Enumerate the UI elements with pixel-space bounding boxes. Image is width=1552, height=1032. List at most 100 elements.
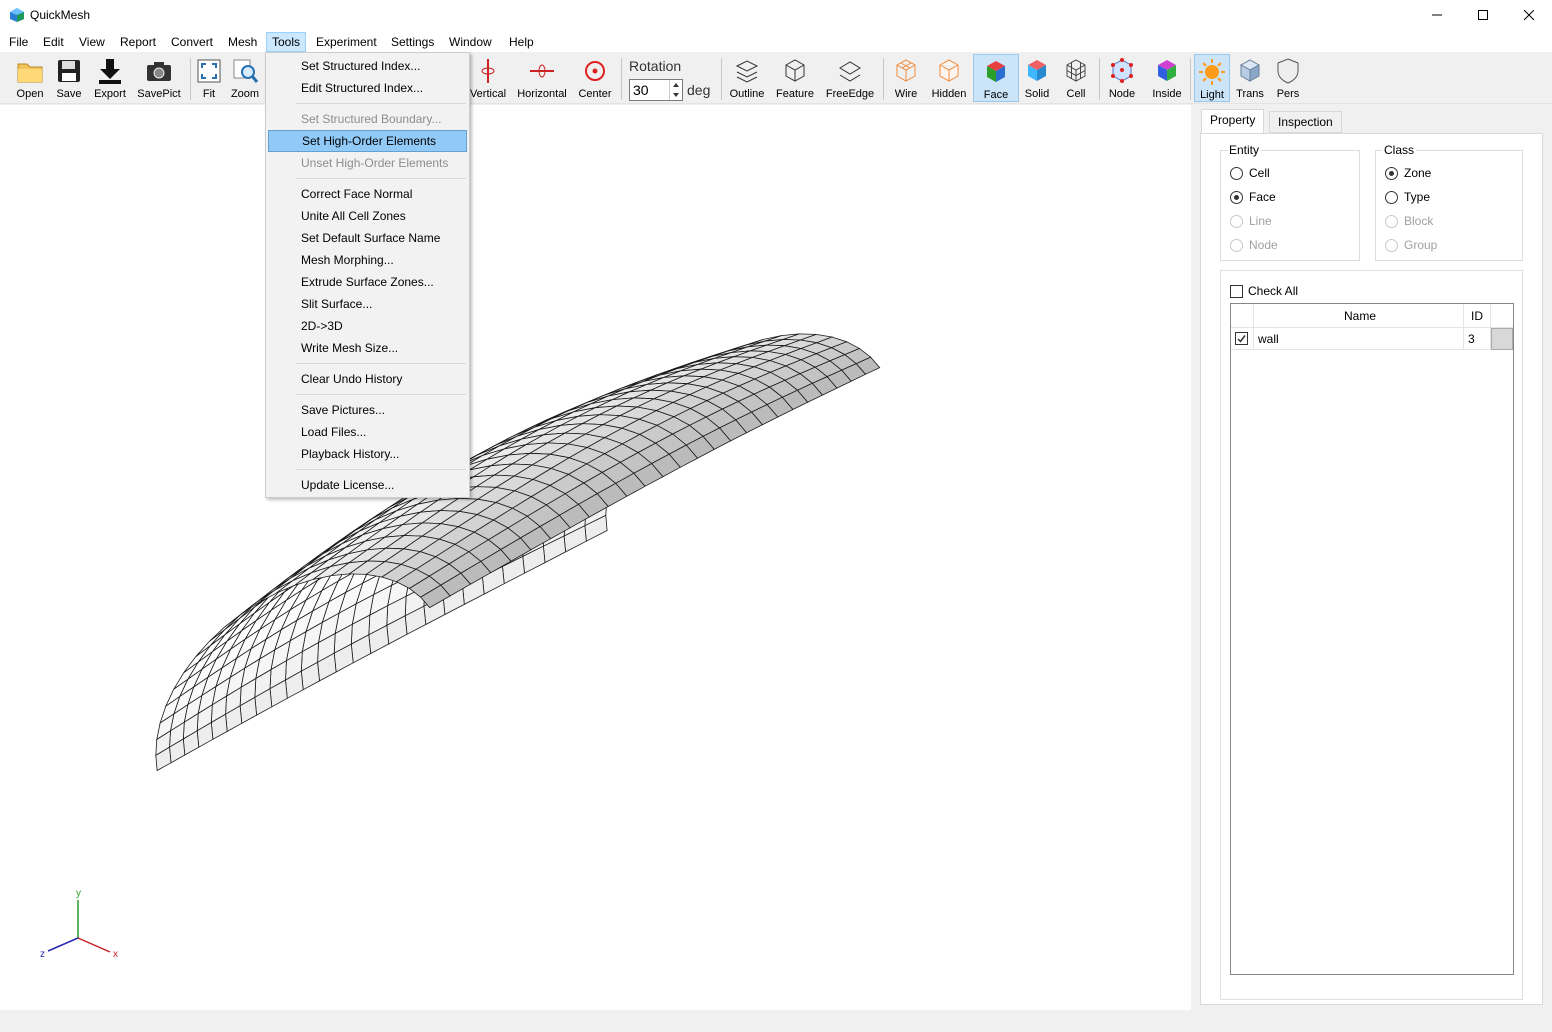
floppy-disk-icon (58, 60, 80, 82)
column-name-header[interactable]: Name (1344, 309, 1376, 323)
checkmark-icon (1237, 335, 1246, 343)
solid-button[interactable]: Solid (1021, 54, 1053, 102)
folder-icon (17, 63, 43, 83)
camera-icon (147, 62, 171, 81)
light-button[interactable]: Light (1194, 54, 1230, 102)
menu-file[interactable]: File (9, 32, 28, 52)
menu-mesh-morphing[interactable]: Mesh Morphing... (268, 249, 467, 271)
menu-correct-face-normal[interactable]: Correct Face Normal (268, 183, 467, 205)
spinner-arrows-icon (673, 83, 679, 97)
menu-edit-structured-index[interactable]: Edit Structured Index... (268, 77, 467, 99)
toolbar-separator (190, 58, 191, 100)
window-title: QuickMesh (30, 8, 91, 22)
feature-button[interactable]: Feature (773, 54, 817, 102)
rotation-angle-input[interactable]: 30 (629, 79, 683, 101)
row-checkbox[interactable] (1235, 332, 1248, 345)
menu-playback-history[interactable]: Playback History... (268, 443, 467, 465)
hidden-button[interactable]: Hidden (929, 54, 969, 102)
wireframe-cube-icon (896, 59, 916, 82)
maximize-button[interactable] (1460, 0, 1506, 30)
table-row[interactable]: wall 3 (1231, 328, 1513, 350)
menu-set-default-surface-name[interactable]: Set Default Surface Name (268, 227, 467, 249)
zoom-button[interactable]: Zoom (227, 54, 263, 102)
sun-light-icon (1199, 59, 1225, 85)
trans-button[interactable]: Trans (1233, 54, 1267, 102)
node-button[interactable]: Node (1104, 54, 1140, 102)
fit-to-screen-icon (197, 59, 221, 83)
title-bar: QuickMesh (0, 0, 1552, 30)
horizontal-button[interactable]: Horizontal (514, 54, 570, 102)
wire-button[interactable]: Wire (889, 54, 923, 102)
rotation-spinner[interactable] (669, 80, 682, 100)
row-color-swatch[interactable] (1491, 328, 1513, 350)
cell-button[interactable]: Cell (1059, 54, 1093, 102)
mesh-render[interactable]: y x z (0, 105, 1191, 1010)
tab-inspection[interactable]: Inspection (1269, 111, 1342, 133)
center-button[interactable]: Center (576, 54, 614, 102)
menu-clear-undo-history[interactable]: Clear Undo History (268, 368, 467, 390)
menu-report[interactable]: Report (120, 32, 156, 52)
menu-save-pictures[interactable]: Save Pictures... (268, 399, 467, 421)
freeedge-button[interactable]: FreeEdge (823, 54, 877, 102)
minimize-button[interactable] (1414, 0, 1460, 30)
menu-experiment[interactable]: Experiment (316, 32, 377, 52)
menu-set-structured-boundary[interactable]: Set Structured Boundary... (268, 108, 467, 130)
menu-set-structured-index[interactable]: Set Structured Index... (268, 55, 467, 77)
export-button[interactable]: Export (89, 54, 131, 102)
menu-2d-to-3d[interactable]: 2D->3D (268, 315, 467, 337)
menu-mesh[interactable]: Mesh (228, 32, 257, 52)
tools-menu: Set Structured Index... Edit Structured … (265, 52, 470, 498)
menu-window[interactable]: Window (449, 32, 492, 52)
tab-property[interactable]: Property (1201, 109, 1265, 134)
vertical-button[interactable]: Vertical (467, 54, 509, 102)
toolbar: Open Save Export SavePict Fit Zoom Verti… (0, 52, 1552, 104)
menu-settings[interactable]: Settings (391, 32, 434, 52)
savepict-button[interactable]: SavePict (134, 54, 184, 102)
status-bar (0, 1010, 1552, 1032)
save-button[interactable]: Save (50, 54, 88, 102)
close-button[interactable] (1506, 0, 1552, 30)
fit-button[interactable]: Fit (194, 54, 224, 102)
menu-load-files[interactable]: Load Files... (268, 421, 467, 443)
graphics-viewport[interactable]: y x z (0, 105, 1191, 1010)
menu-extrude-surface-zones[interactable]: Extrude Surface Zones... (268, 271, 467, 293)
menu-unset-high-order-elements[interactable]: Unset High-Order Elements (268, 152, 467, 174)
table-header: Name ID (1231, 304, 1513, 350)
row-id: 3 (1468, 332, 1475, 346)
pers-button[interactable]: Pers (1272, 54, 1304, 102)
rotation-angle-value: 30 (633, 82, 649, 98)
transparent-cube-icon (1239, 59, 1261, 82)
close-icon (1524, 10, 1534, 20)
toolbar-separator (621, 58, 622, 100)
column-id-header[interactable]: ID (1471, 309, 1483, 323)
magnifier-icon (233, 59, 259, 83)
horizontal-rotation-icon (530, 64, 554, 78)
inside-button[interactable]: Inside (1148, 54, 1186, 102)
menu-unite-all-cell-zones[interactable]: Unite All Cell Zones (268, 205, 467, 227)
app-window: QuickMesh File Edit View Report Convert … (0, 0, 1552, 1032)
open-button[interactable]: Open (10, 54, 50, 102)
entity-group: Entity Cell Face Line Node (1220, 143, 1360, 261)
property-tab-content: Entity Cell Face Line Node Class Zone Ty… (1200, 133, 1543, 1005)
toolbar-separator (1099, 58, 1100, 100)
maximize-icon (1478, 10, 1488, 20)
menu-view[interactable]: View (79, 32, 105, 52)
free-edge-icon (839, 61, 861, 82)
check-all-checkbox[interactable] (1230, 285, 1243, 298)
menu-slit-surface[interactable]: Slit Surface... (268, 293, 467, 315)
hidden-line-cube-icon (939, 59, 959, 82)
menu-help[interactable]: Help (509, 32, 534, 52)
class-group: Class Zone Type Block Group (1375, 143, 1523, 261)
menu-write-mesh-size[interactable]: Write Mesh Size... (268, 337, 467, 359)
entity-group-title: Entity (1227, 143, 1262, 157)
menu-set-high-order-elements[interactable]: Set High-Order Elements (268, 130, 467, 152)
menu-convert[interactable]: Convert (171, 32, 213, 52)
menu-separator (296, 178, 466, 179)
outline-button[interactable]: Outline (727, 54, 767, 102)
menu-tools[interactable]: Tools (266, 32, 307, 52)
menu-update-license[interactable]: Update License... (268, 474, 467, 496)
menu-edit[interactable]: Edit (43, 32, 64, 52)
outline-layers-icon (735, 60, 759, 83)
zone-list-frame: Check All Name ID wall 3 (1220, 270, 1523, 1000)
face-button[interactable]: Face (973, 54, 1019, 102)
